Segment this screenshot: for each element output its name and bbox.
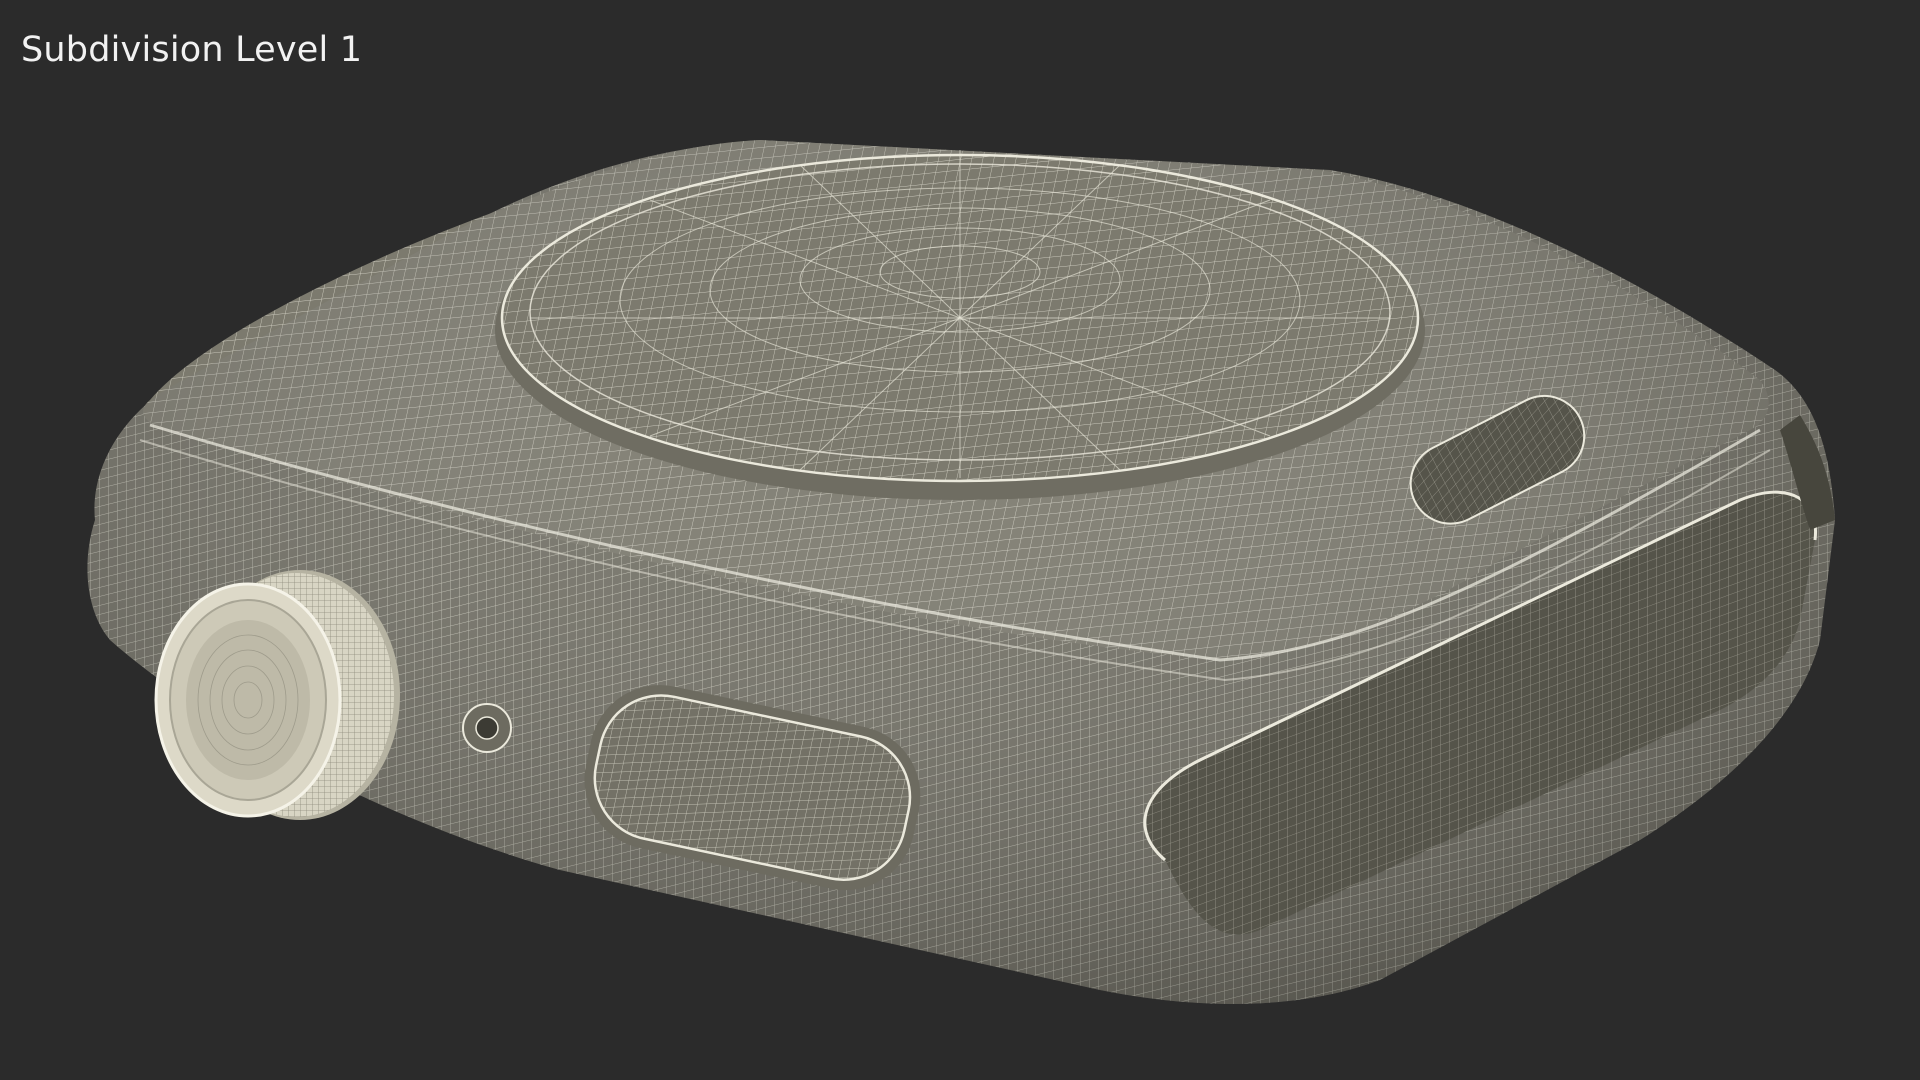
digital-crown: [154, 570, 400, 820]
viewport: Subdivision Level 1: [0, 0, 1920, 1080]
wireframe-watch-render: [87, 140, 1835, 1004]
microphone-hole: [462, 703, 512, 753]
sensor-dome: [495, 150, 1425, 500]
